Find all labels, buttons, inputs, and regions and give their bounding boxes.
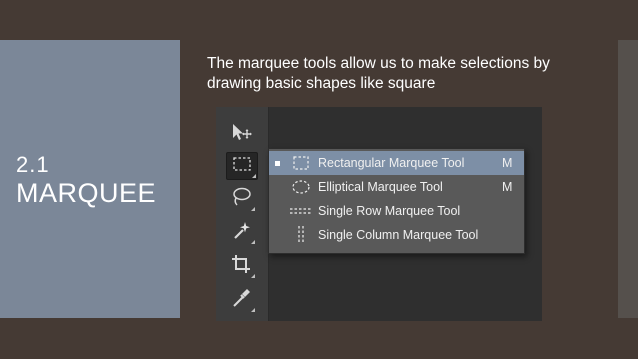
bullet-placeholder <box>275 233 280 238</box>
magic-wand-icon <box>230 219 252 246</box>
eyedropper-icon <box>230 287 252 314</box>
eyedropper-tool[interactable] <box>226 287 256 313</box>
lasso-tool[interactable] <box>226 186 256 212</box>
tool-group-indicator <box>251 207 255 211</box>
slide-title: MARQUEE <box>16 178 157 208</box>
menu-item-rectangular-marquee[interactable]: Rectangular Marquee Tool M <box>269 151 524 175</box>
rectangular-marquee-icon <box>232 156 252 177</box>
tools-panel <box>216 107 269 321</box>
bullet-placeholder <box>275 209 280 214</box>
menu-item-label: Single Row Marquee Tool <box>318 204 461 218</box>
tool-group-indicator <box>251 308 255 312</box>
menu-item-elliptical-marquee[interactable]: Elliptical Marquee Tool M <box>269 175 524 199</box>
move-icon <box>229 122 253 147</box>
move-tool[interactable] <box>226 121 256 147</box>
slide-number: 2.1 <box>16 152 50 177</box>
marquee-tool-flyout-menu: Rectangular Marquee Tool M Elliptical Ma… <box>268 148 525 254</box>
magic-wand-tool[interactable] <box>226 219 256 245</box>
tool-group-indicator <box>252 174 256 178</box>
single-row-marquee-icon <box>288 201 314 221</box>
menu-item-shortcut: M <box>502 180 513 194</box>
selected-bullet-icon <box>275 160 280 166</box>
marquee-tool[interactable] <box>226 152 258 180</box>
crop-tool[interactable] <box>226 253 256 279</box>
elliptical-marquee-icon <box>288 177 314 197</box>
crop-icon <box>230 253 252 280</box>
menu-item-single-column-marquee[interactable]: Single Column Marquee Tool <box>269 223 524 247</box>
menu-item-label: Single Column Marquee Tool <box>318 228 479 242</box>
slide-caption: The marquee tools allow us to make selec… <box>207 55 550 92</box>
single-column-marquee-icon <box>288 225 314 245</box>
menu-item-single-row-marquee[interactable]: Single Row Marquee Tool <box>269 199 524 223</box>
menu-item-shortcut: M <box>502 156 513 170</box>
menu-item-label: Elliptical Marquee Tool <box>318 180 443 194</box>
adjacent-slide-edge <box>618 40 638 318</box>
rectangular-marquee-icon <box>288 153 314 173</box>
bullet-placeholder <box>275 185 280 190</box>
tool-group-indicator <box>251 240 255 244</box>
tool-group-indicator <box>251 274 255 278</box>
lasso-icon <box>230 186 252 213</box>
photoshop-screenshot: Rectangular Marquee Tool M Elliptical Ma… <box>216 107 542 321</box>
menu-item-label: Rectangular Marquee Tool <box>318 156 465 170</box>
